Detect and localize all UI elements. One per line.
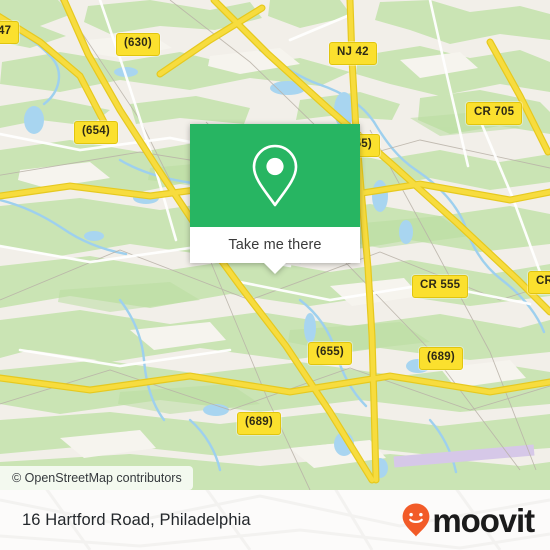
callout-pointer-tail xyxy=(264,263,286,274)
osm-attribution-text: © OpenStreetMap contributors xyxy=(12,471,182,485)
moovit-logo[interactable]: moovit xyxy=(401,501,535,539)
moovit-wordmark: moovit xyxy=(432,501,535,539)
take-me-there-label: Take me there xyxy=(228,237,322,253)
road-shield-47[interactable]: 47 xyxy=(0,21,20,44)
callout-pin-area xyxy=(190,124,360,227)
road-shield-cr705[interactable]: CR 705 xyxy=(466,102,523,125)
road-shield-655[interactable]: (655) xyxy=(308,342,352,365)
destination-callout-card[interactable]: Take me there xyxy=(190,124,360,274)
road-shield-nj42[interactable]: NJ 42 xyxy=(329,42,377,65)
take-me-there-button[interactable]: Take me there xyxy=(190,227,360,274)
road-shield-630[interactable]: (630) xyxy=(116,33,160,56)
road-shield-689-right[interactable]: (689) xyxy=(419,347,463,370)
address-label: 16 Hartford Road, Philadelphia xyxy=(22,510,251,529)
moovit-pin-icon xyxy=(403,503,430,537)
map-pin-icon xyxy=(252,144,298,206)
road-shield-689-left[interactable]: (689) xyxy=(237,412,281,435)
footer-bar: 16 Hartford Road, Philadelphia moovit xyxy=(0,490,550,550)
osm-attribution[interactable]: © OpenStreetMap contributors xyxy=(0,466,193,490)
road-shield-cr-right-edge[interactable]: CR xyxy=(528,271,550,294)
road-shield-cr555[interactable]: CR 555 xyxy=(412,275,469,298)
moovit-map-screenshot: 47 (630) NJ 42 CR 705 (654) (555) CR 555… xyxy=(0,0,550,550)
road-shield-654[interactable]: (654) xyxy=(74,121,118,144)
map-viewport[interactable]: 47 (630) NJ 42 CR 705 (654) (555) CR 555… xyxy=(0,0,550,490)
